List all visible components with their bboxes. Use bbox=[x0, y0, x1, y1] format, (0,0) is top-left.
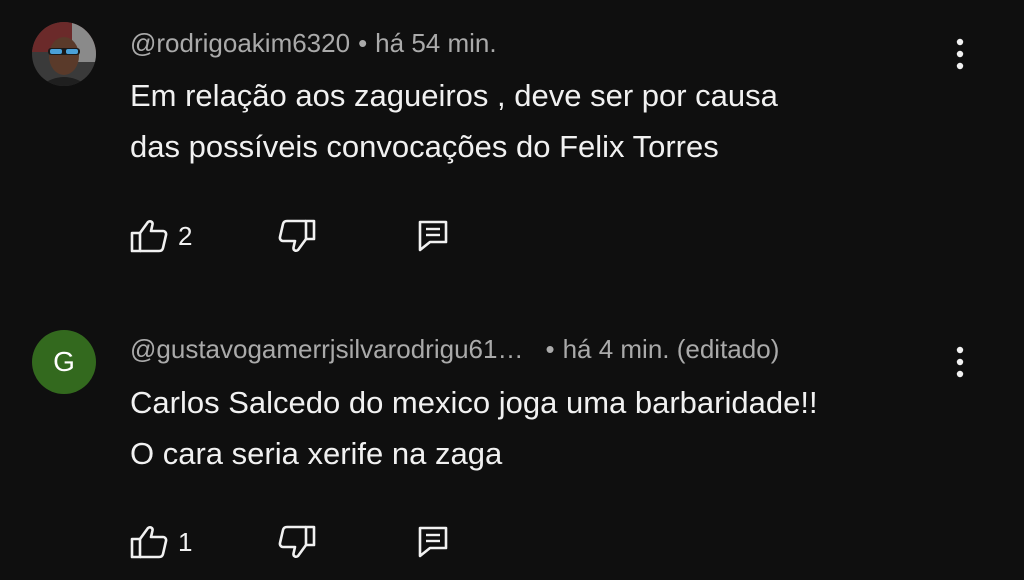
comment-author[interactable]: @gustavogamerrjsilvarodrigu61… bbox=[130, 334, 523, 365]
like-count: 1 bbox=[178, 526, 193, 557]
dislike-button[interactable] bbox=[278, 216, 316, 256]
like-button[interactable]: 1 bbox=[130, 522, 192, 562]
comment-item: @rodrigoakim6320 • há 54 min. Em relação… bbox=[0, 0, 1024, 290]
comment-meta: @gustavogamerrjsilvarodrigu61… • há 4 mi… bbox=[130, 332, 779, 366]
like-count: 2 bbox=[178, 220, 193, 251]
reply-icon bbox=[418, 220, 448, 252]
more-options-button[interactable] bbox=[940, 340, 980, 384]
comment-text: Carlos Salcedo do mexico joga uma barbar… bbox=[130, 377, 818, 479]
avatar[interactable]: G bbox=[32, 330, 96, 394]
thumbs-up-icon bbox=[130, 220, 168, 253]
comment-text-line: O cara seria xerife na zaga bbox=[130, 436, 503, 471]
dislike-button[interactable] bbox=[278, 522, 316, 562]
comment-text: Em relação aos zagueiros , deve ser por … bbox=[130, 70, 778, 172]
comment-text-line: das possíveis convocações do Felix Torre… bbox=[130, 129, 719, 164]
more-options-button[interactable] bbox=[940, 32, 980, 76]
avatar-letter: G bbox=[53, 346, 75, 377]
avatar[interactable] bbox=[32, 22, 96, 86]
comment-text-line: Carlos Salcedo do mexico joga uma barbar… bbox=[130, 385, 818, 420]
meta-separator: • bbox=[545, 333, 555, 364]
avatar-photo bbox=[32, 22, 96, 86]
comment-meta: @rodrigoakim6320 • há 54 min. bbox=[130, 26, 497, 60]
more-vertical-icon bbox=[956, 346, 964, 378]
thumbs-down-icon bbox=[278, 219, 316, 252]
more-vertical-icon bbox=[956, 38, 964, 70]
thumbs-down-icon bbox=[278, 525, 316, 558]
comment-author[interactable]: @rodrigoakim6320 bbox=[130, 28, 350, 59]
comment-timestamp[interactable]: há 4 min. (editado) bbox=[563, 334, 780, 365]
comment-item: G @gustavogamerrjsilvarodrigu61… • há 4 … bbox=[0, 290, 1024, 580]
reply-button[interactable] bbox=[418, 216, 448, 256]
comment-timestamp[interactable]: há 54 min. bbox=[375, 28, 496, 59]
meta-separator: • bbox=[358, 27, 368, 58]
like-button[interactable]: 2 bbox=[130, 216, 192, 256]
reply-button[interactable] bbox=[418, 522, 448, 562]
comment-text-line: Em relação aos zagueiros , deve ser por … bbox=[130, 78, 778, 113]
thumbs-up-icon bbox=[130, 526, 168, 559]
reply-icon bbox=[418, 526, 448, 558]
